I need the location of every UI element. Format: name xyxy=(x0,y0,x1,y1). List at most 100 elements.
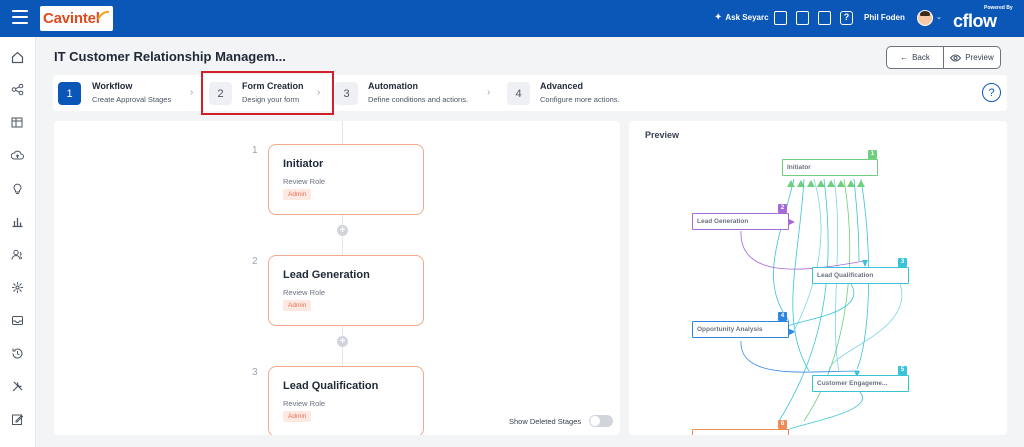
ask-label: Ask Seyarc xyxy=(725,13,769,22)
step-title: Advanced xyxy=(540,81,584,91)
stage-role: Review Role xyxy=(283,177,326,186)
back-button[interactable]: ← Back xyxy=(887,47,943,68)
node-badge: 5 xyxy=(898,366,907,375)
calendar-icon[interactable] xyxy=(818,11,831,25)
back-label: Back xyxy=(912,53,930,62)
arrow-left-icon: ← xyxy=(900,53,909,62)
preview-node-stage-6[interactable] xyxy=(692,429,789,435)
preview-node-customer-engagement[interactable]: Customer Engageme... xyxy=(812,375,909,392)
tools-icon[interactable] xyxy=(11,380,24,393)
step-subtitle: Configure more actions. xyxy=(540,95,620,104)
connector-line xyxy=(792,178,810,372)
step-number: 4 xyxy=(507,82,530,105)
preview-node-lead-qualification[interactable]: Lead Qualification xyxy=(812,267,909,284)
left-sidebar xyxy=(0,37,36,447)
avatar[interactable] xyxy=(917,10,933,26)
logo-swoosh-icon xyxy=(97,10,110,20)
highlight-box xyxy=(201,71,334,115)
stage-role: Review Role xyxy=(283,288,326,297)
workflow-canvas: 1 Initiator Review Role Admin + 2 Lead G… xyxy=(54,121,620,435)
stage-title: Lead Generation xyxy=(283,269,370,281)
stage-title: Initiator xyxy=(283,158,324,170)
step-subtitle: Define conditions and actions. xyxy=(368,95,469,104)
stage-index: 1 xyxy=(252,145,258,156)
connector-line xyxy=(773,178,795,322)
role-badge: Admin xyxy=(283,189,312,200)
add-stage-button[interactable]: + xyxy=(337,225,348,236)
stage-title: Lead Qualification xyxy=(283,380,379,392)
connector-line xyxy=(853,178,860,262)
stage-card-lead-qualification[interactable]: Lead Qualification Review Role Admin xyxy=(268,366,424,435)
history-icon[interactable] xyxy=(11,347,24,360)
home-icon[interactable] xyxy=(11,51,24,64)
step-workflow[interactable]: 1 Workflow Create Approval Stages › xyxy=(53,75,203,111)
step-title: Automation xyxy=(368,81,418,91)
connector-line xyxy=(783,390,863,432)
role-badge: Admin xyxy=(283,300,312,311)
step-subtitle: Create Approval Stages xyxy=(92,95,172,104)
preview-panel: Preview Initiator 1 Lead Generation 2 Le… xyxy=(629,121,1007,435)
form-icon[interactable] xyxy=(796,11,809,25)
node-label: Customer Engageme... xyxy=(817,380,888,387)
chevron-right-icon: › xyxy=(190,87,194,98)
step-title: Workflow xyxy=(92,81,133,91)
node-badge: 3 xyxy=(898,258,907,267)
stage-index: 2 xyxy=(252,256,258,267)
node-label: Lead Generation xyxy=(697,218,749,225)
connector-line xyxy=(793,178,822,332)
role-badge: Admin xyxy=(283,411,312,422)
step-navigation: 1 Workflow Create Approval Stages › 2 Fo… xyxy=(53,75,1007,111)
stage-role: Review Role xyxy=(283,399,326,408)
arrowheads xyxy=(787,180,865,187)
node-label: Opportunity Analysis xyxy=(697,326,763,333)
step-number: 1 xyxy=(58,82,81,105)
stage-card-initiator[interactable]: Initiator Review Role Admin xyxy=(268,144,424,215)
node-badge: 6 xyxy=(778,420,787,429)
preview-node-opportunity-analysis[interactable]: Opportunity Analysis xyxy=(692,321,789,338)
lightbulb-icon[interactable] xyxy=(11,182,24,195)
step-number: 3 xyxy=(335,82,358,105)
stage-index: 3 xyxy=(252,367,258,378)
connector-line xyxy=(740,230,865,270)
network-icon[interactable] xyxy=(11,281,24,294)
page-title: IT Customer Relationship Managem... xyxy=(54,49,286,64)
node-badge: 4 xyxy=(778,312,787,321)
brand-logo[interactable]: Cavintel xyxy=(40,6,113,31)
table-settings-icon[interactable] xyxy=(11,116,24,129)
help-icon[interactable]: ? xyxy=(982,83,1001,102)
node-label: Initiator xyxy=(787,164,811,171)
product-logo: cflow xyxy=(953,11,997,31)
help-icon[interactable]: ? xyxy=(840,11,853,25)
edit-icon[interactable] xyxy=(11,413,24,426)
menu-icon[interactable] xyxy=(12,10,28,24)
preview-label: Preview xyxy=(965,53,994,62)
preview-button[interactable]: Preview xyxy=(943,47,1000,68)
top-bar: Cavintel ✦ Ask Seyarc ? Phil Foden ⌄ Pow… xyxy=(0,0,1024,37)
tray-icon[interactable] xyxy=(11,314,24,327)
share-icon[interactable] xyxy=(11,83,24,96)
node-label: Lead Qualification xyxy=(817,272,874,279)
chevron-down-icon[interactable]: ⌄ xyxy=(936,13,942,21)
user-name[interactable]: Phil Foden xyxy=(864,13,905,22)
brand-name: Cavintel xyxy=(43,10,100,27)
header-button-group: ← Back Preview xyxy=(886,46,1001,69)
add-stage-button[interactable]: + xyxy=(337,336,348,347)
step-advanced[interactable]: 4 Advanced Configure more actions. xyxy=(505,75,665,111)
node-badge: 1 xyxy=(868,150,877,159)
chevron-right-icon: › xyxy=(487,87,491,98)
sparkle-icon: ✦ xyxy=(714,12,723,23)
bar-chart-icon[interactable] xyxy=(11,215,24,228)
users-icon[interactable] xyxy=(11,248,24,261)
preview-node-lead-generation[interactable]: Lead Generation xyxy=(692,213,789,230)
step-automation[interactable]: 3 Automation Define conditions and actio… xyxy=(333,75,493,111)
cloud-upload-icon[interactable] xyxy=(10,149,24,162)
video-icon[interactable] xyxy=(774,11,787,25)
ask-assistant-button[interactable]: ✦ Ask Seyarc xyxy=(714,12,769,23)
stage-card-lead-generation[interactable]: Lead Generation Review Role Admin xyxy=(268,255,424,326)
connector-line xyxy=(828,280,903,372)
node-badge: 2 xyxy=(778,204,787,213)
show-deleted-label: Show Deleted Stages xyxy=(509,417,582,426)
eye-icon xyxy=(950,54,962,61)
preview-node-initiator[interactable]: Initiator xyxy=(782,159,878,176)
show-deleted-toggle[interactable] xyxy=(589,415,613,427)
